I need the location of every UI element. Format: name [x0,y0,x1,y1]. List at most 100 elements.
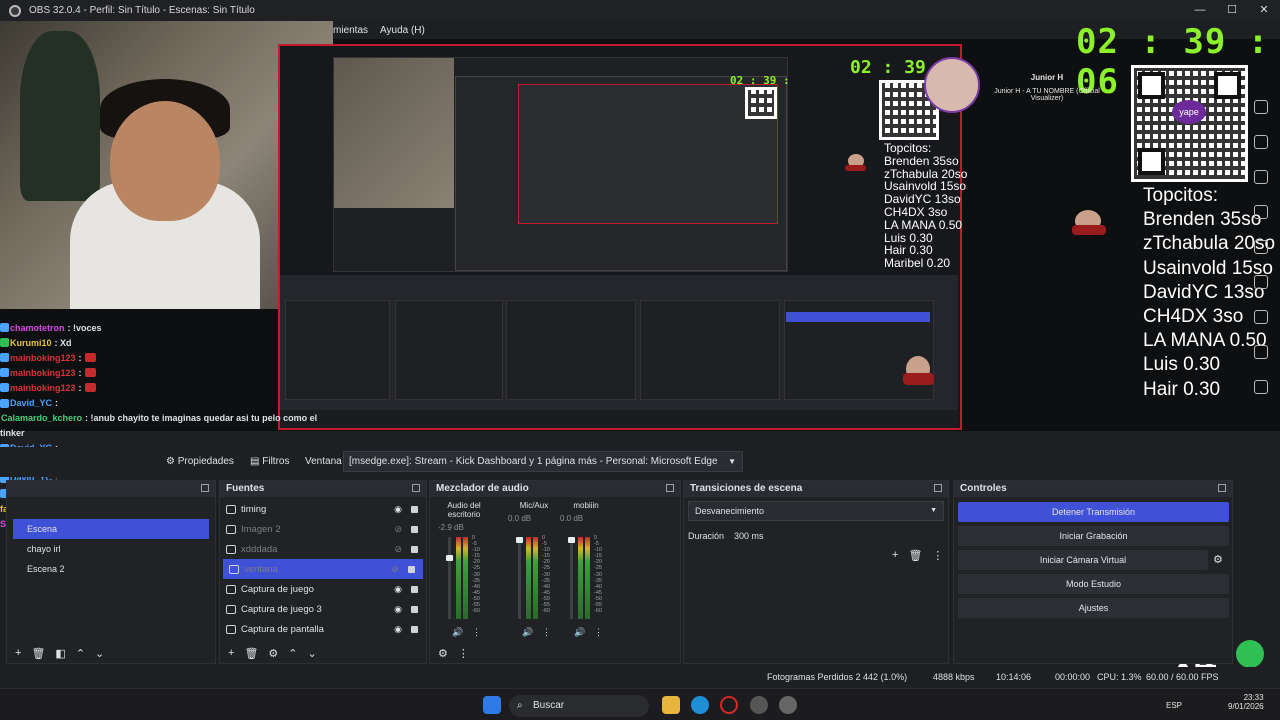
lock-icon[interactable] [411,606,418,613]
source-item[interactable]: Captura de juego ◉ [220,579,426,599]
speaker-icon[interactable]: 🔊 [574,627,585,638]
tool-icon[interactable] [1254,100,1268,114]
transition-select[interactable]: Desvanecimiento ▼ [688,501,944,521]
speaker-icon[interactable]: 🔊 [522,627,533,638]
more-icon[interactable]: ⋮ [932,549,943,562]
gear-icon[interactable]: ⚙ [268,647,278,660]
file-explorer-icon[interactable] [662,696,680,714]
chat-text: : !voces [67,322,102,333]
duration-input[interactable]: 300 ms [730,527,944,545]
tool-icon[interactable] [1254,310,1268,324]
stop-streaming-button[interactable]: Detener Transmisión [958,502,1229,522]
move-down-icon[interactable]: ⌄ [95,647,104,660]
menu-help[interactable]: Ayuda (H) [380,25,425,36]
lock-icon[interactable] [411,586,418,593]
volume-knob[interactable] [516,537,523,543]
volume-slider[interactable] [518,537,521,619]
source-item[interactable]: Captura de juego 3 ◉ [220,599,426,619]
windows-start-icon[interactable] [483,696,501,714]
meme-emote [845,154,866,171]
taskbar-clock[interactable]: 23:33 9/01/2026 [1228,693,1264,711]
lock-icon[interactable] [408,566,415,573]
undock-icon[interactable] [934,484,942,492]
speaker-icon[interactable]: 🔊 [452,627,463,638]
scene-item[interactable]: Escena 2 [7,559,215,579]
volume-slider[interactable] [570,537,573,619]
tool-icon[interactable] [1254,170,1268,184]
filter-icon[interactable]: ◧ [55,647,65,660]
add-icon[interactable]: + [15,647,21,659]
tool-icon[interactable] [1254,380,1268,394]
chat-username: mainboking123 [10,382,76,393]
eye-hidden-icon[interactable]: ⊘ [394,544,402,555]
undock-icon[interactable] [201,484,209,492]
trash-icon[interactable]: 🗑 [31,647,45,660]
move-up-icon[interactable]: ⌃ [76,647,85,660]
more-icon[interactable]: ⋮ [542,627,551,638]
source-item[interactable]: ventana ⊘ [223,559,423,579]
undock-icon[interactable] [1218,484,1226,492]
window-select[interactable]: [msedge.exe]: Stream - Kick Dashboard y … [343,451,743,472]
more-icon[interactable]: ⋮ [594,627,603,638]
tool-icon[interactable] [1254,135,1268,149]
properties-button[interactable]: ⚙ Propiedades [160,452,240,472]
filters-button[interactable]: ▤ Filtros [244,452,295,472]
chat-text: : [78,352,82,363]
tool-icon[interactable] [1254,205,1268,219]
topcitos-nested: Topcitos: Brenden 35so zTchabula 20so Us… [884,142,967,270]
eye-icon[interactable]: ◉ [394,584,402,595]
tool-icon[interactable] [1254,275,1268,289]
lock-icon[interactable] [411,626,418,633]
more-icon[interactable]: ⋮ [472,627,481,638]
source-item[interactable]: Imagen 2 ⊘ [220,519,426,539]
settings-icon[interactable] [779,696,797,714]
eye-icon[interactable]: ◉ [394,624,402,635]
db-scale-tick: -35 [542,577,550,584]
undock-icon[interactable] [412,484,420,492]
obs-taskbar-icon[interactable] [750,696,768,714]
volume-knob[interactable] [568,537,575,543]
mixer-settings-icon[interactable]: ⚙ [438,647,448,660]
eye-icon[interactable]: ◉ [394,504,402,515]
start-virtual-camera-button[interactable]: Iniciar Cámara Virtual [958,550,1208,570]
volume-knob[interactable] [446,555,453,562]
eye-icon[interactable]: ◉ [394,604,402,615]
trash-icon[interactable]: 🗑 [908,549,922,562]
opera-icon[interactable] [720,696,738,714]
keyboard-language[interactable]: ESP [1166,701,1182,710]
move-up-icon[interactable]: ⌃ [288,647,297,660]
undock-icon[interactable] [666,484,674,492]
taskbar-search[interactable]: ⌕ Buscar [509,695,649,717]
studio-mode-button[interactable]: Modo Estudio [958,574,1229,594]
settings-button[interactable]: Ajustes [958,598,1229,618]
eye-hidden-icon[interactable]: ⊘ [391,564,399,575]
lock-icon[interactable] [411,506,418,513]
volume-slider[interactable] [448,537,451,619]
move-down-icon[interactable]: ⌄ [308,647,317,660]
lock-icon[interactable] [411,546,418,553]
tool-icon[interactable] [1254,240,1268,254]
edge-icon[interactable] [691,696,709,714]
sources-dock: Fuentes timing ◉ Imagen 2 ⊘ xdddada ⊘ ventana ⊘… [219,480,427,664]
eye-hidden-icon[interactable]: ⊘ [394,524,402,535]
minimize-button[interactable]: — [1184,0,1216,21]
source-type-icon [226,624,236,634]
tool-icon[interactable] [1254,345,1268,359]
source-item[interactable]: xdddada ⊘ [220,539,426,559]
more-icon[interactable]: ⋮ [458,647,469,660]
menu-tools[interactable]: mientas [333,25,368,36]
add-icon[interactable]: + [892,549,898,562]
scene-item[interactable]: Escena [13,519,209,539]
lock-icon[interactable] [411,526,418,533]
trash-icon[interactable]: 🗑 [244,647,258,660]
source-item[interactable]: timing ◉ [220,499,426,519]
source-item[interactable]: Captura de pantalla ◉ [220,619,426,639]
start-recording-button[interactable]: Iniciar Grabación [958,526,1229,546]
maximize-button[interactable]: ☐ [1216,0,1248,21]
close-button[interactable]: ✕ [1248,0,1280,21]
db-scale: 0 -5 -10 -15 -20 -25 -30 -35 -40 -45 -50 -55 -60 [594,535,602,614]
db-scale-tick: -60 [472,608,480,615]
add-icon[interactable]: + [228,647,234,659]
scene-item[interactable]: chayo irl [7,539,215,559]
virtual-camera-gear-icon[interactable]: ⚙ [1213,553,1223,566]
